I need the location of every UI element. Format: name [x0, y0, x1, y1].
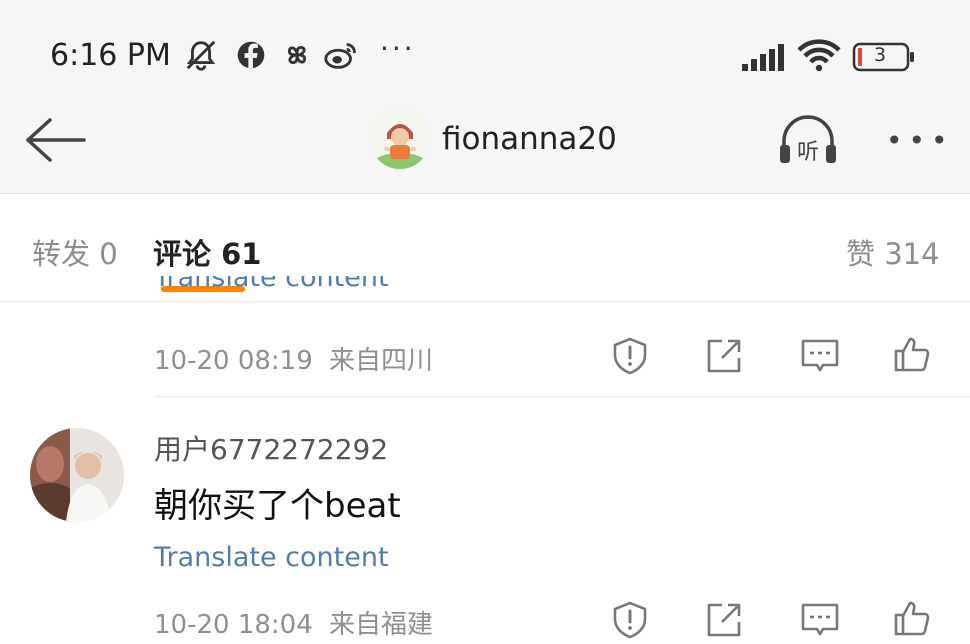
like-thumb-icon[interactable] — [892, 598, 932, 638]
wifi-icon — [797, 39, 841, 72]
top-nav: fionanna20 听 ••• — [0, 100, 970, 194]
comment-time: 10-20 08:19 — [154, 346, 313, 376]
listen-headphones-icon[interactable]: 听 — [776, 113, 840, 169]
commenter-avatar[interactable] — [30, 428, 124, 522]
author-avatar[interactable] — [370, 109, 430, 169]
translate-link[interactable]: Translate content — [154, 542, 389, 573]
tab-comments[interactable]: 评论 61 — [153, 231, 261, 273]
comment-divider — [154, 396, 970, 397]
commenter-name[interactable]: 用户6772272292 — [154, 428, 388, 468]
comment-time: 10-20 18:04 — [154, 610, 313, 640]
weibo-icon — [324, 43, 356, 69]
cartoon-avatar-icon — [370, 109, 430, 169]
signal-icon — [742, 44, 784, 71]
status-bar: 6:16 PM ··· 3 — [0, 0, 970, 100]
comment-meta: 10-20 08:19 来自四川 — [154, 340, 433, 377]
comment-text: 朝你买了个beat — [154, 486, 401, 526]
mute-icon — [186, 40, 216, 71]
comment-location: 来自四川 — [329, 346, 434, 376]
listen-label: 听 — [797, 140, 819, 165]
share-icon[interactable] — [704, 336, 744, 376]
detail-tabs: 转发 0 评论 61 赞 314 — [0, 194, 970, 302]
comment-location: 来自福建 — [329, 610, 434, 640]
tab-likes[interactable]: 赞 314 — [846, 231, 940, 273]
facebook-icon — [237, 41, 265, 69]
report-shield-icon[interactable] — [610, 600, 650, 640]
battery-level: 3 — [874, 44, 887, 66]
back-arrow-icon[interactable] — [22, 114, 88, 166]
pinwheel-icon — [287, 45, 307, 65]
share-icon[interactable] — [704, 600, 744, 640]
status-more-dots: ··· — [380, 32, 416, 65]
reply-comment-icon[interactable] — [800, 600, 840, 640]
tab-forwards[interactable]: 转发 0 — [32, 231, 118, 273]
comment-meta: 10-20 18:04 来自福建 — [154, 604, 433, 641]
author-username[interactable]: fionanna20 — [442, 121, 617, 157]
photo-avatar-icon — [30, 428, 124, 522]
report-shield-icon[interactable] — [610, 336, 650, 376]
clock: 6:16 PM — [50, 38, 171, 73]
more-options-button[interactable]: ••• — [886, 124, 954, 157]
translate-link[interactable]: Translate content — [154, 276, 389, 302]
like-thumb-icon[interactable] — [892, 334, 932, 374]
reply-comment-icon[interactable] — [800, 336, 840, 376]
